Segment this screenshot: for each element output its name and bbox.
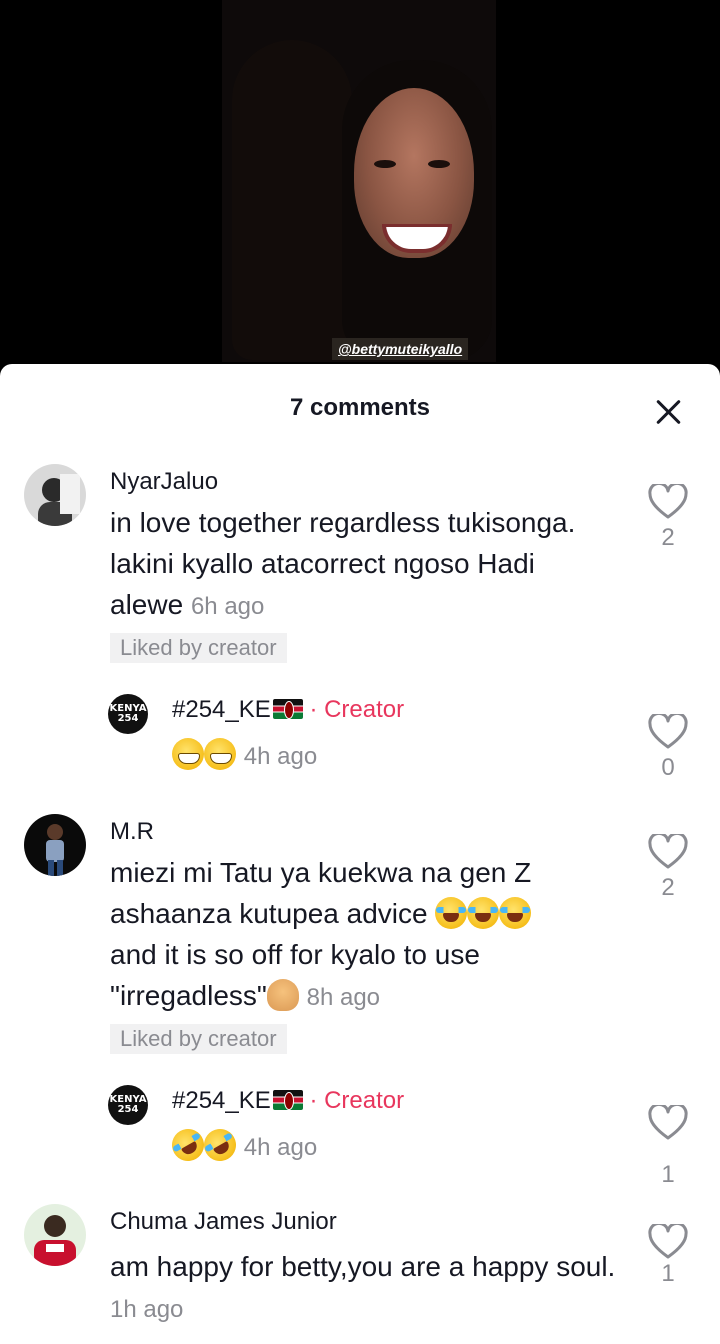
- grin-emoji-icon: [172, 738, 204, 770]
- comment-item: M.R miezi mi Tatu ya kuekwa na gen Z ash…: [0, 814, 720, 1054]
- like-count: 0: [661, 754, 675, 781]
- tears-of-joy-emoji-icon: [467, 897, 500, 929]
- liked-by-creator-badge: Liked by creator: [110, 1024, 287, 1054]
- reply-username[interactable]: #254_KE · Creator: [172, 696, 404, 724]
- comment-text: am happy for betty,you are a happy soul.…: [110, 1251, 616, 1323]
- like-count: 1: [661, 1260, 675, 1287]
- avatar[interactable]: [24, 814, 86, 876]
- avatar[interactable]: KENYA 254: [108, 1085, 148, 1125]
- comment-time: 6h ago: [190, 593, 265, 620]
- like-count: 2: [661, 874, 675, 901]
- comments-sheet: 7 comments NyarJaluo in love together re…: [0, 364, 720, 1344]
- reply-time: 4h ago: [243, 1134, 318, 1161]
- heart-icon[interactable]: [648, 481, 688, 520]
- reply-text: 4h ago: [172, 734, 672, 777]
- comment-time: 8h ago: [306, 984, 381, 1011]
- close-icon[interactable]: [654, 398, 682, 426]
- tears-of-joy-emoji-icon: [435, 897, 468, 929]
- like-count: 1: [661, 1161, 675, 1188]
- heart-icon[interactable]: [648, 711, 688, 750]
- avatar[interactable]: KENYA 254: [108, 694, 148, 734]
- facepalm-emoji-icon: [266, 979, 299, 1011]
- comment-username[interactable]: M.R: [110, 818, 154, 846]
- kenya-flag-icon: [272, 699, 303, 719]
- grin-emoji-icon: [204, 738, 236, 770]
- creator-label: · Creator: [309, 696, 405, 723]
- sheet-title: 7 comments: [289, 394, 431, 421]
- video-frame: [222, 0, 496, 362]
- comment-item: Chuma James Junior am happy for betty,yo…: [0, 1204, 720, 1344]
- comment-username[interactable]: Chuma James Junior: [110, 1208, 337, 1236]
- heart-icon[interactable]: [648, 1221, 688, 1260]
- reply-item: KENYA 254 #254_KE · Creator 4h ago 0: [0, 694, 720, 784]
- creator-label: · Creator: [309, 1087, 405, 1114]
- avatar[interactable]: [24, 1204, 86, 1266]
- comment-username[interactable]: NyarJaluo: [110, 468, 218, 496]
- reply-time: 4h ago: [243, 743, 318, 770]
- comment-text: in love together regardless tukisonga. l…: [110, 507, 576, 620]
- heart-icon[interactable]: [648, 831, 688, 870]
- reply-username[interactable]: #254_KE · Creator: [172, 1087, 404, 1115]
- heart-icon[interactable]: [648, 1102, 688, 1141]
- kenya-flag-icon: [272, 1090, 303, 1110]
- comment-item: NyarJaluo in love together regardless tu…: [0, 464, 720, 664]
- liked-by-creator-badge: Liked by creator: [110, 633, 287, 663]
- comment-time: 1h ago: [110, 1296, 184, 1323]
- reply-text: 4h ago: [166, 1123, 672, 1168]
- tears-of-joy-emoji-icon: [499, 897, 532, 929]
- like-count: 2: [661, 524, 675, 551]
- rofl-emoji-icon: [198, 1123, 242, 1167]
- avatar[interactable]: [24, 464, 86, 526]
- video-area[interactable]: @bettymuteikyallo: [0, 0, 720, 380]
- comment-text: miezi mi Tatu ya kuekwa na gen Z ashaanz…: [110, 857, 532, 1011]
- video-watermark: @bettymuteikyallo: [332, 338, 469, 360]
- reply-item: KENYA 254 #254_KE · Creator 4h ago 1: [0, 1085, 720, 1188]
